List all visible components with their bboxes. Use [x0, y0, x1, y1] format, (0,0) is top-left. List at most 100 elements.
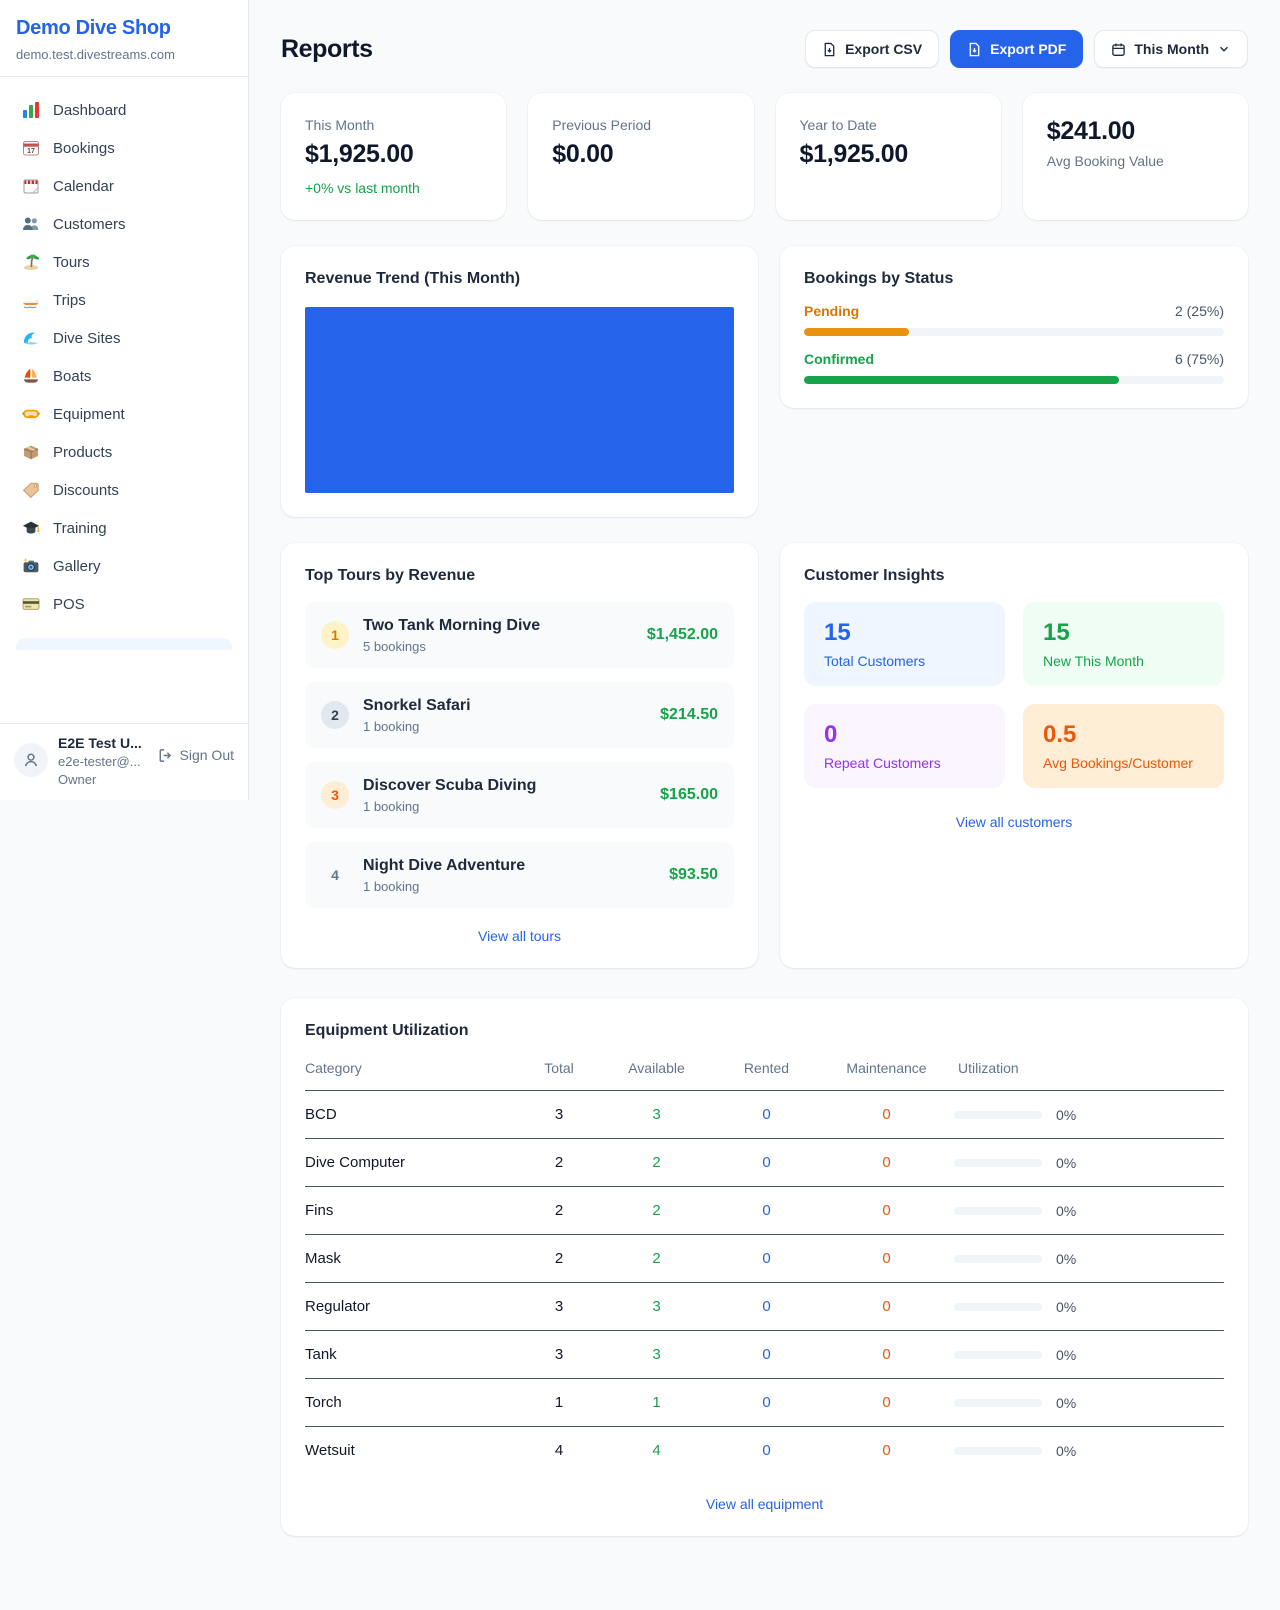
cell-available: 4: [599, 1427, 714, 1475]
sidebar-header: Demo Dive Shop demo.test.divestreams.com: [0, 0, 248, 77]
stat-value: $1,925.00: [305, 140, 482, 169]
cell-total: 1: [519, 1379, 599, 1427]
stat-card-avg-booking-value: $241.00 Avg Booking Value: [1023, 93, 1248, 220]
cell-maintenance: 0: [819, 1283, 954, 1331]
sidebar-item-boats[interactable]: Boats: [8, 357, 240, 395]
stat-card-previous-period: Previous Period $0.00: [528, 93, 753, 220]
tour-name: Discover Scuba Diving: [363, 777, 536, 795]
sidebar-item-label: Gallery: [53, 558, 101, 575]
user-role: Owner: [58, 772, 142, 787]
insight-tiles: 15 Total Customers 15 New This Month 0 R…: [804, 602, 1224, 788]
insight-value: 15: [1043, 619, 1204, 647]
speedboat-icon: [22, 291, 40, 309]
utilization-cell: 0%: [954, 1443, 1224, 1459]
shop-domain: demo.test.divestreams.com: [16, 47, 232, 62]
credit-card-icon: [22, 595, 40, 613]
cell-total: 3: [519, 1091, 599, 1139]
insight-tile-new-this-month: 15 New This Month: [1023, 602, 1224, 686]
utilization-track: [954, 1447, 1042, 1455]
tour-bookings: 1 booking: [363, 719, 471, 734]
rank-badge: 3: [321, 781, 349, 809]
rank-badge: 1: [321, 621, 349, 649]
utilization-track: [954, 1303, 1042, 1311]
sidebar-item-customers[interactable]: Customers: [8, 205, 240, 243]
sidebar-item-pos[interactable]: POS: [8, 585, 240, 623]
sidebar-item-dive-sites[interactable]: Dive Sites: [8, 319, 240, 357]
sign-out-button[interactable]: Sign Out: [158, 747, 234, 763]
tour-row: 1 Two Tank Morning Dive 5 bookings $1,45…: [305, 602, 734, 668]
cell-category: Fins: [305, 1187, 519, 1235]
insight-label: Repeat Customers: [824, 755, 985, 771]
view-all-tours-link[interactable]: View all tours: [305, 928, 734, 944]
sidebar-item-label: Equipment: [53, 406, 125, 423]
tour-amount: $165.00: [660, 786, 718, 804]
page-title: Reports: [281, 35, 373, 64]
utilization-track: [954, 1159, 1042, 1167]
status-row-pending: Pending 2 (25%): [804, 303, 1224, 336]
sidebar-item-equipment[interactable]: Equipment: [8, 395, 240, 433]
cell-maintenance: 0: [819, 1187, 954, 1235]
tour-amount: $1,452.00: [647, 626, 718, 644]
sailboat-icon: [22, 367, 40, 385]
sidebar-item-dashboard[interactable]: Dashboard: [8, 91, 240, 129]
sidebar-item-label: POS: [53, 596, 85, 613]
cell-available: 3: [599, 1091, 714, 1139]
sidebar-item-discounts[interactable]: Discounts: [8, 471, 240, 509]
cell-total: 3: [519, 1283, 599, 1331]
stat-label: This Month: [305, 117, 482, 133]
utilization-cell: 0%: [954, 1203, 1224, 1219]
view-all-equipment-link[interactable]: View all equipment: [305, 1496, 1224, 1512]
cell-maintenance: 0: [819, 1235, 954, 1283]
utilization-percent: 0%: [1056, 1155, 1076, 1171]
table-row: Fins 2 2 0 0 0%: [305, 1187, 1224, 1235]
status-count: 6 (75%): [1175, 351, 1224, 367]
sidebar-item-products[interactable]: Products: [8, 433, 240, 471]
cell-rented: 0: [714, 1379, 819, 1427]
export-csv-button[interactable]: Export CSV: [805, 30, 939, 68]
table-row: Mask 2 2 0 0 0%: [305, 1235, 1224, 1283]
stat-value: $241.00: [1047, 117, 1224, 146]
sidebar-user-footer: E2E Test U... e2e-tester@... Owner Sign …: [0, 723, 248, 800]
sidebar-item-training[interactable]: Training: [8, 509, 240, 547]
cell-rented: 0: [714, 1427, 819, 1475]
cell-maintenance: 0: [819, 1091, 954, 1139]
file-download-icon: [822, 42, 837, 57]
period-select[interactable]: This Month: [1094, 30, 1248, 68]
sidebar-item-calendar[interactable]: Calendar: [8, 167, 240, 205]
utilization-track: [954, 1207, 1042, 1215]
wave-icon: [22, 329, 40, 347]
col-header-category: Category: [305, 1052, 519, 1091]
utilization-percent: 0%: [1056, 1443, 1076, 1459]
insight-value: 0.5: [1043, 721, 1204, 749]
rank-badge: 4: [321, 861, 349, 889]
utilization-percent: 0%: [1056, 1107, 1076, 1123]
person-icon: [22, 751, 40, 769]
utilization-track: [954, 1351, 1042, 1359]
export-pdf-button[interactable]: Export PDF: [950, 30, 1083, 68]
calendar-icon: [1111, 42, 1126, 57]
cell-category: Wetsuit: [305, 1427, 519, 1475]
user-info: E2E Test U... e2e-tester@... Owner: [58, 735, 142, 787]
bar-chart-icon: [22, 101, 40, 119]
sidebar-item-gallery[interactable]: Gallery: [8, 547, 240, 585]
table-row: Tank 3 3 0 0 0%: [305, 1331, 1224, 1379]
utilization-percent: 0%: [1056, 1395, 1076, 1411]
cell-available: 2: [599, 1139, 714, 1187]
shop-name: Demo Dive Shop: [16, 17, 232, 40]
cell-rented: 0: [714, 1283, 819, 1331]
sidebar-item-active-partial[interactable]: [16, 638, 232, 650]
view-all-customers-link[interactable]: View all customers: [804, 814, 1224, 830]
col-header-rented: Rented: [714, 1052, 819, 1091]
sidebar-item-tours[interactable]: Tours: [8, 243, 240, 281]
sidebar-item-bookings[interactable]: 17 Bookings: [8, 129, 240, 167]
cell-total: 3: [519, 1331, 599, 1379]
sidebar-item-label: Customers: [53, 216, 126, 233]
sidebar-item-trips[interactable]: Trips: [8, 281, 240, 319]
cell-available: 2: [599, 1235, 714, 1283]
sidebar-item-label: Discounts: [53, 482, 119, 499]
utilization-cell: 0%: [954, 1251, 1224, 1267]
insight-tile-repeat-customers: 0 Repeat Customers: [804, 704, 1005, 788]
camera-icon: [22, 557, 40, 575]
sign-out-label: Sign Out: [180, 747, 234, 763]
top-tours-title: Top Tours by Revenue: [305, 567, 734, 585]
